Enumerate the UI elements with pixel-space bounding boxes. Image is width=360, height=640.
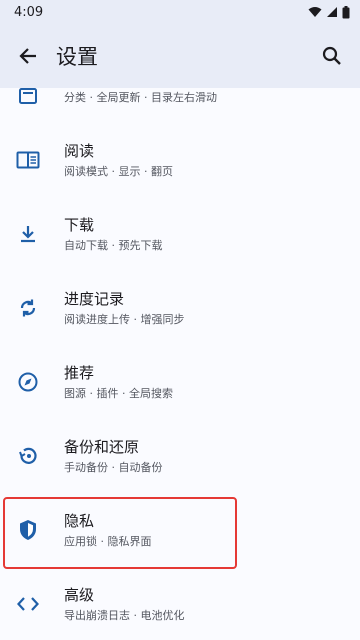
restore-icon — [0, 445, 56, 467]
settings-item-title: 下载 — [64, 215, 95, 234]
status-time: 4:09 — [14, 4, 44, 20]
book-open-icon — [0, 151, 56, 169]
settings-item-subtitle: 阅读模式 · 显示 · 翻页 — [64, 164, 173, 178]
search-icon — [322, 46, 341, 65]
search-button[interactable] — [304, 24, 360, 88]
settings-item-title: 高级 — [64, 585, 95, 604]
settings-item-subtitle: 导出崩溃日志 · 电池优化 — [64, 608, 185, 622]
settings-item-reading[interactable]: 阅读 阅读模式 · 显示 · 翻页 — [0, 123, 360, 197]
page-title: 设置 — [56, 45, 98, 69]
settings-item-security[interactable]: 隐私 应用锁 · 隐私界面 — [0, 493, 360, 567]
settings-item-subtitle: 阅读进度上传 · 增强同步 — [64, 312, 185, 326]
download-icon — [0, 224, 56, 244]
settings-item-title: 进度记录 — [64, 289, 125, 308]
signal-icon — [327, 7, 337, 17]
settings-item-subtitle: 自动下载 · 预先下载 — [64, 238, 163, 252]
arrow-back-icon — [19, 48, 36, 64]
shield-icon — [0, 519, 56, 541]
code-icon — [0, 596, 56, 612]
settings-item-subtitle: 图源 · 插件 · 全局搜索 — [64, 386, 173, 400]
battery-icon — [342, 5, 350, 18]
settings-item-subtitle: 手动备份 · 自动备份 — [64, 460, 163, 474]
status-icons — [308, 5, 350, 19]
settings-item-backup[interactable]: 备份和还原 手动备份 · 自动备份 — [0, 419, 360, 493]
settings-list: 分类 · 全局更新 · 目录左右滑动 阅读 阅读模式 · 显示 · 翻页 下载 … — [0, 88, 360, 640]
settings-item-title: 推荐 — [64, 363, 95, 382]
back-button[interactable] — [0, 24, 56, 88]
settings-item-download[interactable]: 下载 自动下载 · 预先下载 — [0, 197, 360, 271]
library-icon — [0, 88, 56, 107]
settings-item-title: 隐私 — [64, 511, 95, 530]
wifi-icon — [308, 7, 322, 17]
settings-item-browse[interactable]: 推荐 图源 · 插件 · 全局搜索 — [0, 345, 360, 419]
settings-item-title: 阅读 — [64, 141, 95, 160]
sync-icon — [0, 297, 56, 319]
settings-item-tracking[interactable]: 进度记录 阅读进度上传 · 增强同步 — [0, 271, 360, 345]
settings-item-subtitle: 分类 · 全局更新 · 目录左右滑动 — [64, 90, 217, 104]
settings-item-title: 备份和还原 — [64, 437, 140, 456]
top-app-bar: 设置 — [0, 24, 360, 88]
compass-icon — [0, 371, 56, 393]
status-bar: 4:09 — [0, 0, 360, 24]
settings-item-advanced[interactable]: 高级 导出崩溃日志 · 电池优化 — [0, 567, 360, 640]
settings-item-subtitle: 应用锁 · 隐私界面 — [64, 534, 152, 548]
